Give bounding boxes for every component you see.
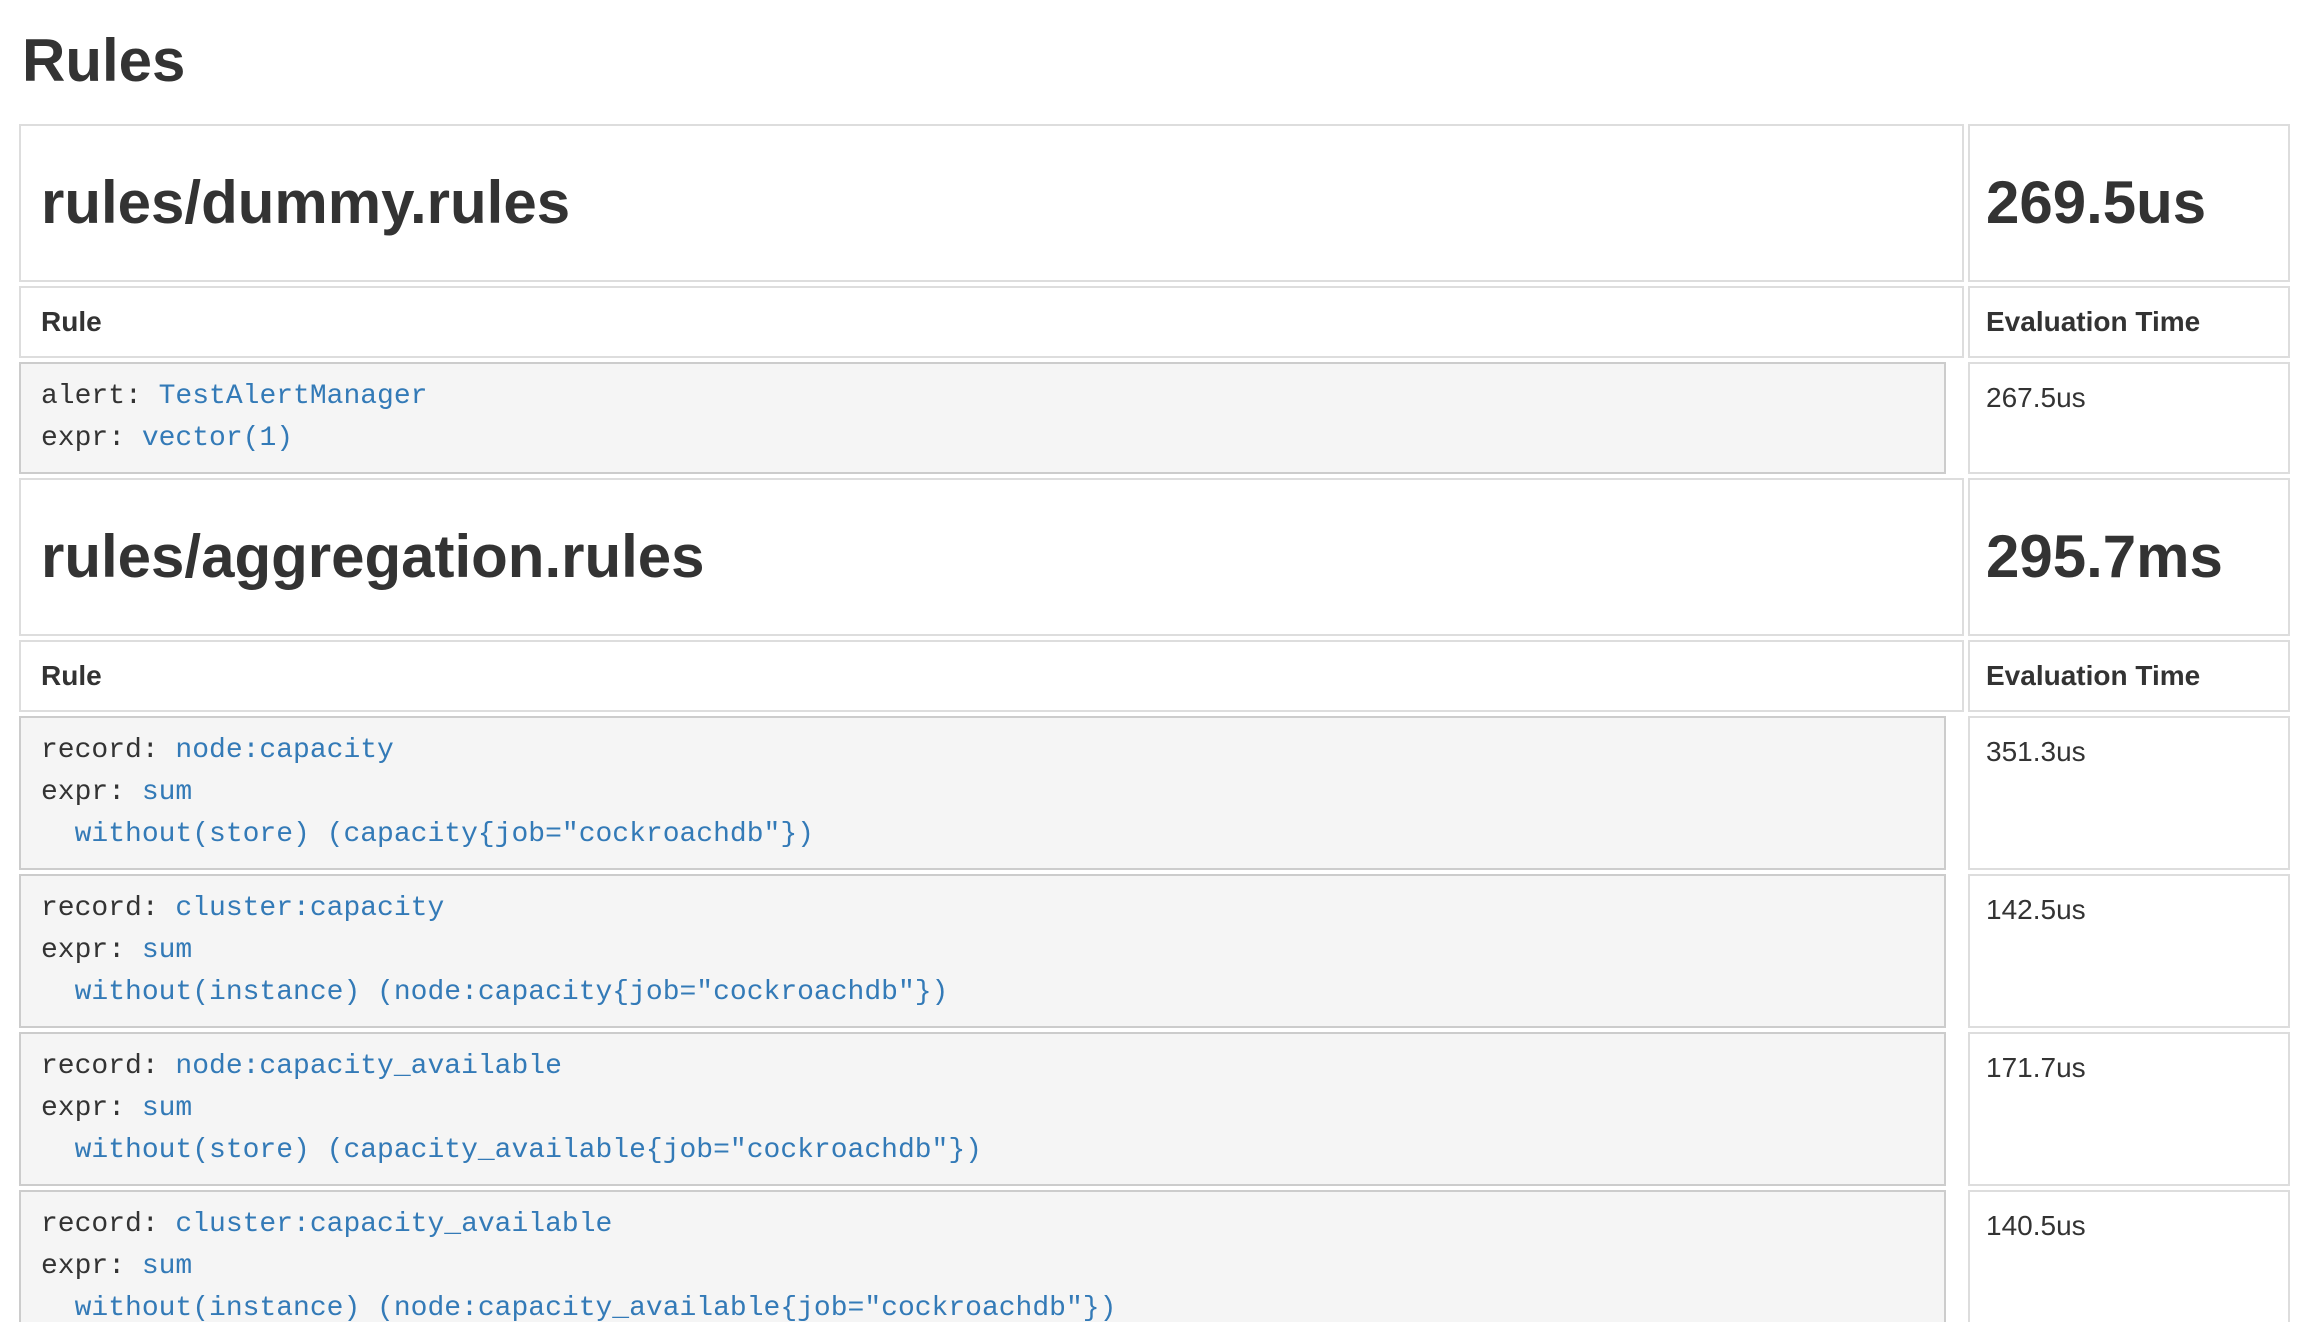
group-evaluation-total-cell: 295.7ms	[1968, 478, 2290, 636]
rule-name-link[interactable]: cluster:capacity_available	[175, 1209, 612, 1240]
group-file-name: rules/aggregation.rules	[41, 524, 705, 590]
evaluation-time-column-header: Evaluation Time	[1968, 286, 2290, 358]
rule-row: record: node:capacity_available expr: su…	[19, 1032, 1964, 1186]
expr-key: expr:	[41, 423, 142, 454]
expr-link[interactable]: sum	[142, 777, 192, 808]
evaluation-time-value: 140.5us	[1968, 1190, 2290, 1322]
evaluation-time-value: 267.5us	[1968, 362, 2290, 474]
evaluation-time-column-header: Evaluation Time	[1968, 640, 2290, 712]
expr-key: expr:	[41, 777, 142, 808]
evaluation-time-value: 142.5us	[1968, 874, 2290, 1028]
expr-key: expr:	[41, 1251, 142, 1282]
rule-code-block: record: cluster:capacity expr: sum witho…	[19, 874, 1946, 1028]
rule-type-key: record:	[41, 1209, 175, 1240]
rule-type-key: record:	[41, 1051, 175, 1082]
rule-row: alert: TestAlertManager expr: vector(1)	[19, 362, 1964, 474]
expr-continuation-link[interactable]: without(store) (capacity_available{job="…	[41, 1135, 982, 1166]
expr-key: expr:	[41, 1093, 142, 1124]
rule-type-key: record:	[41, 735, 175, 766]
rules-table: rules/dummy.rules 269.5us Rule Evaluatio…	[19, 124, 2290, 1322]
rule-column-header: Rule	[19, 286, 1964, 358]
rule-code-block: record: cluster:capacity_available expr:…	[19, 1190, 1946, 1322]
group-evaluation-total: 269.5us	[1986, 170, 2206, 236]
expr-continuation-link[interactable]: without(instance) (node:capacity_availab…	[41, 1293, 1116, 1322]
rule-row: record: cluster:capacity expr: sum witho…	[19, 874, 1964, 1028]
group-evaluation-total: 295.7ms	[1986, 524, 2223, 590]
rule-name-link[interactable]: TestAlertManager	[159, 381, 428, 412]
expr-link[interactable]: vector(1)	[142, 423, 293, 454]
rule-name-link[interactable]: node:capacity_available	[175, 1051, 561, 1082]
expr-continuation-link[interactable]: without(store) (capacity{job="cockroachd…	[41, 819, 814, 850]
rule-name-link[interactable]: node:capacity	[175, 735, 393, 766]
expr-link[interactable]: sum	[142, 1093, 192, 1124]
rule-type-key: record:	[41, 893, 175, 924]
rule-code-block: alert: TestAlertManager expr: vector(1)	[19, 362, 1946, 474]
group-header-cell: rules/dummy.rules	[19, 124, 1964, 282]
rule-code-block: record: node:capacity_available expr: su…	[19, 1032, 1946, 1186]
rule-row: record: node:capacity expr: sum without(…	[19, 716, 1964, 870]
rules-page: Rules rules/dummy.rules 269.5us Rule Eva…	[0, 0, 2316, 1322]
group-file-name: rules/dummy.rules	[41, 170, 570, 236]
expr-link[interactable]: sum	[142, 1251, 192, 1282]
evaluation-time-value: 171.7us	[1968, 1032, 2290, 1186]
group-header-cell: rules/aggregation.rules	[19, 478, 1964, 636]
rule-code-block: record: node:capacity expr: sum without(…	[19, 716, 1946, 870]
rule-type-key: alert:	[41, 381, 159, 412]
expr-key: expr:	[41, 935, 142, 966]
rule-name-link[interactable]: cluster:capacity	[175, 893, 444, 924]
expr-continuation-link[interactable]: without(instance) (node:capacity{job="co…	[41, 977, 948, 1008]
rule-row: record: cluster:capacity_available expr:…	[19, 1190, 1964, 1322]
evaluation-time-value: 351.3us	[1968, 716, 2290, 870]
group-evaluation-total-cell: 269.5us	[1968, 124, 2290, 282]
expr-link[interactable]: sum	[142, 935, 192, 966]
page-title: Rules	[22, 24, 2290, 98]
rule-column-header: Rule	[19, 640, 1964, 712]
